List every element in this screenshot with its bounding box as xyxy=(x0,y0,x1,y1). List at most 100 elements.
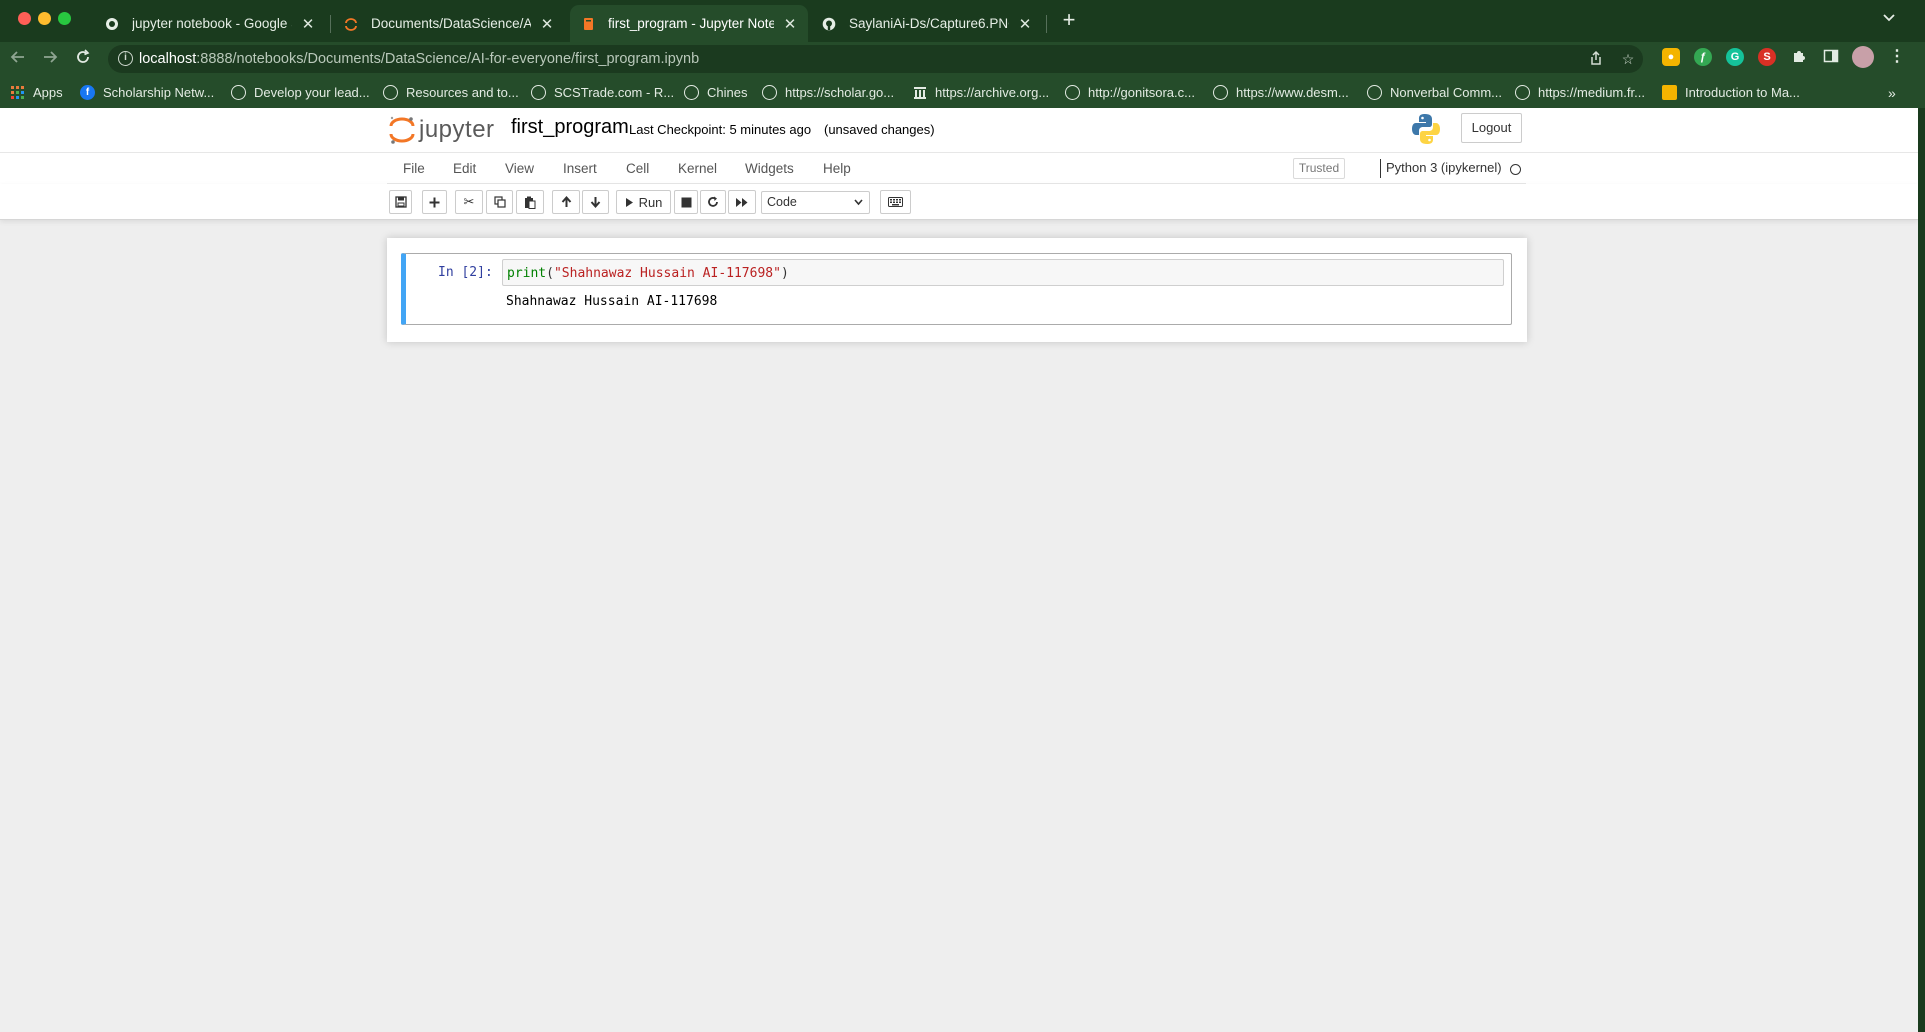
grammarly-icon[interactable]: G xyxy=(1726,48,1744,66)
chevron-down-icon xyxy=(854,192,863,221)
close-tab-icon[interactable]: ✕ xyxy=(1017,15,1033,33)
new-tab-button[interactable]: + xyxy=(1058,8,1080,34)
bookmarks-overflow-button[interactable]: » xyxy=(1888,85,1896,101)
extension-s-icon[interactable]: S xyxy=(1758,48,1776,66)
jupyter-notebook-icon xyxy=(580,16,596,32)
globe-icon xyxy=(531,85,546,100)
tab-title: Documents/DataScience/AI-for xyxy=(371,16,531,31)
menu-widgets[interactable]: Widgets xyxy=(745,161,794,176)
bookmark-apps[interactable]: Apps xyxy=(10,85,63,100)
close-tab-icon[interactable]: ✕ xyxy=(300,15,316,33)
globe-icon xyxy=(1367,85,1382,100)
cut-button[interactable]: ✂ xyxy=(455,190,483,214)
menu-file[interactable]: File xyxy=(403,161,425,176)
menu-insert[interactable]: Insert xyxy=(563,161,597,176)
url-text[interactable]: localhost:8888/notebooks/Documents/DataS… xyxy=(139,51,699,67)
jupyter-logo[interactable]: jupyter xyxy=(389,115,495,145)
extensions-puzzle-icon[interactable] xyxy=(1790,48,1808,66)
facebook-icon: f xyxy=(80,85,95,100)
restart-icon xyxy=(708,196,718,207)
close-tab-icon[interactable]: ✕ xyxy=(539,15,555,33)
forward-arrow-icon[interactable] xyxy=(39,49,61,71)
minimize-window-button[interactable] xyxy=(38,12,51,25)
code-text[interactable]: print("Shahnawaz Hussain AI-117698") xyxy=(507,266,789,281)
code-editor[interactable]: print("Shahnawaz Hussain AI-117698") xyxy=(502,259,1504,286)
globe-icon xyxy=(762,85,777,100)
close-window-button[interactable] xyxy=(18,12,31,25)
scissors-icon: ✂ xyxy=(463,194,475,209)
bookmark-item[interactable]: SCSTrade.com - R... xyxy=(531,85,674,100)
save-icon xyxy=(394,196,407,208)
menu-help[interactable]: Help xyxy=(823,161,851,176)
bookmark-item[interactable]: https://scholar.go... xyxy=(762,85,894,100)
bookmark-item[interactable]: Chines xyxy=(684,85,747,100)
tab-search-chevron-icon[interactable] xyxy=(1882,10,1896,26)
jupyter-logo-icon xyxy=(389,116,415,144)
globe-icon xyxy=(383,85,398,100)
play-icon xyxy=(625,197,633,207)
back-arrow-icon[interactable] xyxy=(7,49,29,71)
move-cell-up-button[interactable] xyxy=(552,190,580,214)
insert-cell-button[interactable] xyxy=(422,190,447,214)
bookmark-item[interactable]: Nonverbal Comm... xyxy=(1367,85,1502,100)
keep-extension-icon[interactable]: ● xyxy=(1662,48,1680,66)
tab-separator xyxy=(1046,15,1047,33)
browser-tab-documents[interactable]: Documents/DataScience/AI-for ✕ xyxy=(333,5,565,42)
run-button[interactable]: Run xyxy=(616,190,671,214)
address-bar[interactable]: i localhost:8888/notebooks/Documents/Dat… xyxy=(108,45,1643,73)
bookmark-item[interactable]: https://www.desm... xyxy=(1213,85,1349,100)
extension-icon[interactable]: ƒ xyxy=(1694,48,1712,66)
restart-kernel-button[interactable] xyxy=(700,190,726,214)
side-panel-icon[interactable] xyxy=(1822,48,1840,66)
bookmark-item[interactable]: Develop your lead... xyxy=(231,85,370,100)
tab-title: SaylaniAi-Ds/Capture6.PNG at xyxy=(849,16,1009,31)
code-cell[interactable]: In [2]: print("Shahnawaz Hussain AI-1176… xyxy=(401,253,1512,325)
globe-icon xyxy=(684,85,699,100)
bookmark-item[interactable]: https://archive.org... xyxy=(912,85,1049,100)
bookmark-item[interactable]: f Scholarship Netw... xyxy=(80,85,214,100)
menu-edit[interactable]: Edit xyxy=(453,161,476,176)
bookmark-item[interactable]: Resources and to... xyxy=(383,85,519,100)
globe-icon xyxy=(1065,85,1080,100)
menu-cell[interactable]: Cell xyxy=(626,161,649,176)
bookmark-item[interactable]: http://gonitsora.c... xyxy=(1065,85,1195,100)
cell-type-select[interactable]: Code xyxy=(761,191,870,214)
bookmark-item[interactable]: Introduction to Ma... xyxy=(1662,85,1800,100)
jupyter-icon xyxy=(343,16,359,32)
share-icon[interactable] xyxy=(1587,50,1605,68)
site-info-icon[interactable]: i xyxy=(118,51,133,66)
browser-menu-icon[interactable]: ⋮ xyxy=(1888,48,1906,66)
command-palette-button[interactable] xyxy=(880,190,911,214)
menu-view[interactable]: View xyxy=(505,161,534,176)
restart-run-all-button[interactable] xyxy=(728,190,756,214)
kernel-name[interactable]: Python 3 (ipykernel) xyxy=(1386,160,1502,175)
bookmark-item[interactable]: https://medium.fr... xyxy=(1515,85,1645,100)
menu-kernel[interactable]: Kernel xyxy=(678,161,717,176)
bookmark-star-icon[interactable]: ☆ xyxy=(1619,50,1637,68)
keyboard-icon xyxy=(888,197,903,207)
close-tab-icon[interactable]: ✕ xyxy=(782,15,798,33)
browser-tab-github[interactable]: SaylaniAi-Ds/Capture6.PNG at ✕ xyxy=(811,5,1043,42)
save-button[interactable] xyxy=(389,190,412,214)
tab-title: jupyter notebook - Google Sea xyxy=(132,16,292,31)
notebook-name[interactable]: first_program xyxy=(511,116,629,139)
reload-icon[interactable] xyxy=(72,49,94,71)
python-logo-icon xyxy=(1411,113,1441,145)
maximize-window-button[interactable] xyxy=(58,12,71,25)
browser-tab-first-program[interactable]: first_program - Jupyter Notebo ✕ xyxy=(570,5,808,42)
logout-button[interactable]: Logout xyxy=(1461,113,1522,143)
input-prompt: In [2]: xyxy=(438,265,493,280)
copy-button[interactable] xyxy=(486,190,513,214)
run-label: Run xyxy=(638,194,663,210)
paste-button[interactable] xyxy=(516,190,544,214)
browser-tab-google-search[interactable]: jupyter notebook - Google Sea ✕ xyxy=(94,5,326,42)
trusted-indicator[interactable]: Trusted xyxy=(1293,158,1345,179)
jupyter-logo-text: jupyter xyxy=(419,116,495,143)
profile-avatar[interactable] xyxy=(1852,46,1874,68)
globe-icon xyxy=(231,85,246,100)
google-icon xyxy=(104,16,120,32)
arrow-up-icon xyxy=(561,196,571,207)
interrupt-kernel-button[interactable] xyxy=(674,190,698,214)
autosave-status: (unsaved changes) xyxy=(824,122,935,137)
move-cell-down-button[interactable] xyxy=(582,190,609,214)
